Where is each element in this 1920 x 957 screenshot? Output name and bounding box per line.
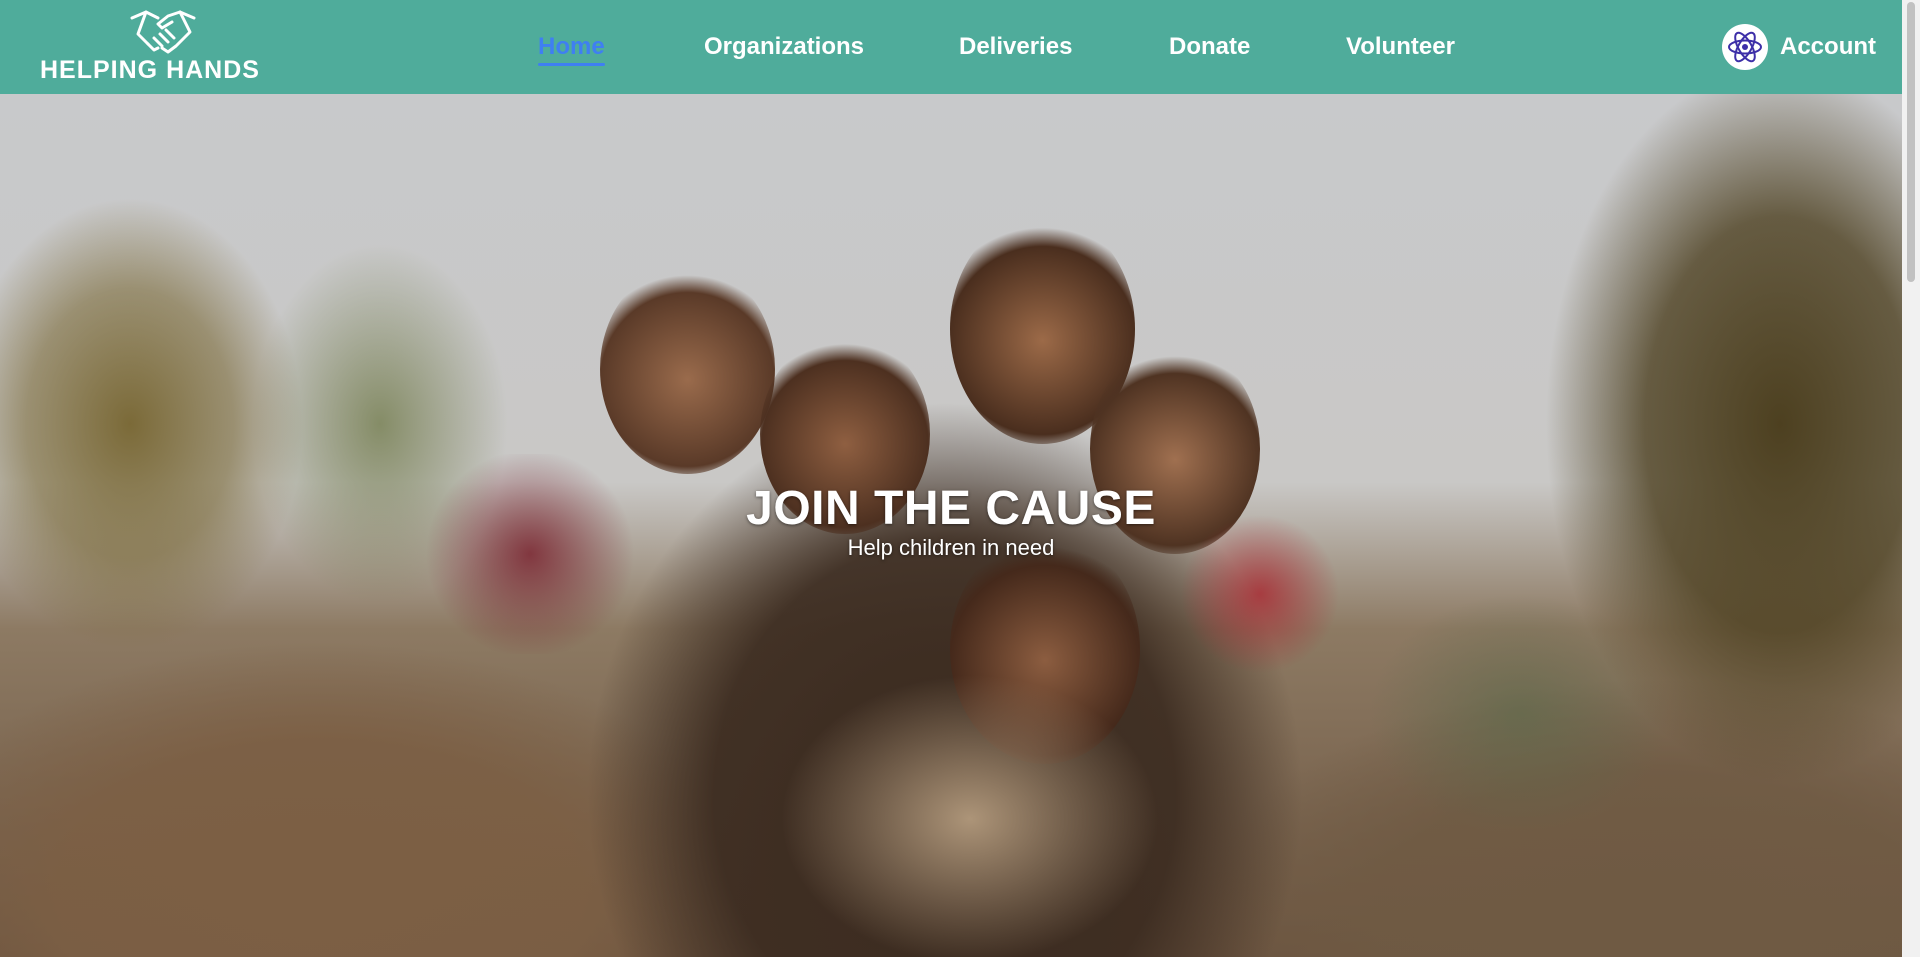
brand-logo[interactable]: HELPING HANDS <box>40 8 265 86</box>
brand-name: HELPING HANDS <box>40 56 260 84</box>
page-scrollbar[interactable] <box>1902 0 1920 957</box>
account-avatar[interactable] <box>1722 24 1768 70</box>
hero-banner: JOIN THE CAUSE Help children in need <box>0 94 1902 957</box>
nav-link-organizations[interactable]: Organizations <box>704 33 864 61</box>
react-atom-icon <box>1728 31 1762 63</box>
nav-link-donate[interactable]: Donate <box>1169 33 1250 61</box>
nav-link-home[interactable]: Home <box>538 33 605 66</box>
hero-title: JOIN THE CAUSE <box>746 482 1156 535</box>
hero-subtitle: Help children in need <box>847 535 1055 560</box>
nav-link-volunteer[interactable]: Volunteer <box>1346 33 1455 61</box>
scrollbar-thumb[interactable] <box>1907 2 1915 282</box>
nav-link-deliveries[interactable]: Deliveries <box>959 33 1072 61</box>
account-menu[interactable]: Account <box>1722 23 1876 71</box>
top-navbar: HELPING HANDS Home Organizations Deliver… <box>0 0 1902 94</box>
account-label[interactable]: Account <box>1780 33 1876 61</box>
handshake-icon <box>130 10 196 54</box>
